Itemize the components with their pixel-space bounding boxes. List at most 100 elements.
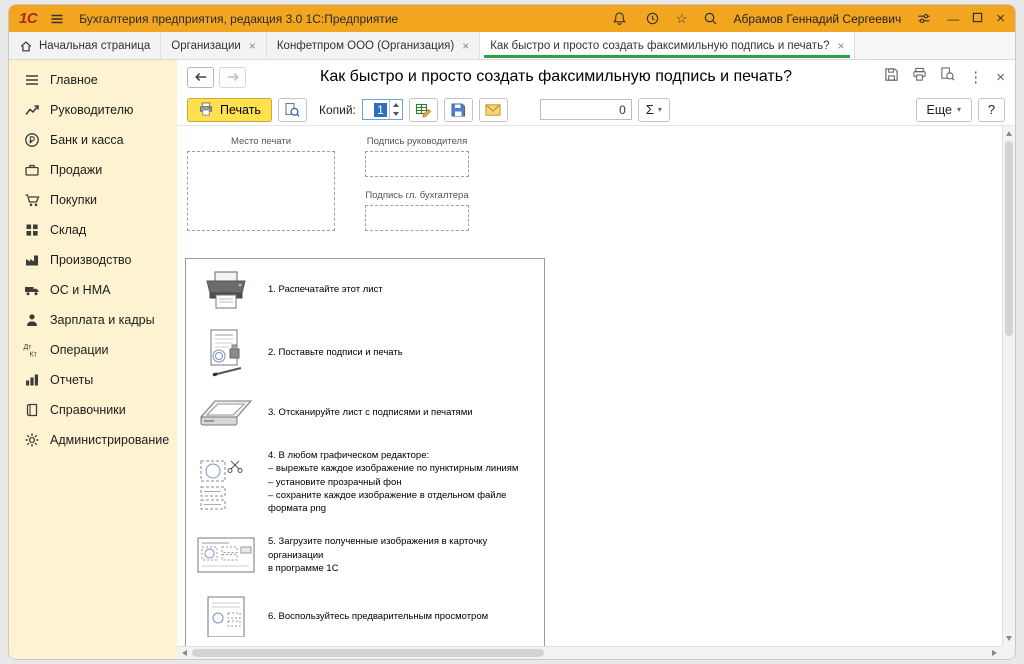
vertical-scroll-thumb[interactable] (1005, 141, 1013, 336)
instruction-step: 3. Отсканируйте лист с подписями и печат… (194, 397, 536, 429)
send-email-button[interactable] (479, 98, 508, 122)
copies-stepper[interactable] (389, 100, 402, 119)
help-button[interactable]: ? (978, 98, 1005, 122)
cart-icon (23, 192, 40, 208)
sidebar-item-label: Склад (50, 223, 86, 237)
autosum-button[interactable]: Σ ▾ (638, 98, 670, 122)
forward-button[interactable] (219, 67, 246, 88)
preview-illustration-icon (194, 595, 258, 637)
close-icon: × (996, 69, 1005, 86)
book-icon (23, 402, 40, 418)
page-title: Как быстро и просто создать факсимильную… (237, 68, 875, 86)
horizontal-scroll-thumb[interactable] (192, 649, 544, 657)
instruction-step: 1. Распечатайте этот лист (194, 271, 536, 309)
close-window-button[interactable]: × (996, 10, 1005, 27)
back-button[interactable] (187, 67, 214, 88)
sidebar-item-reports[interactable]: Отчеты (9, 365, 177, 395)
back-arrow-icon (194, 71, 208, 83)
content-area: Как быстро и просто создать факсимильную… (177, 60, 1015, 659)
signatures-block: Подпись руководителя Подпись гл. бухгалт… (365, 136, 469, 231)
preview-button[interactable] (278, 98, 307, 122)
home-icon (19, 39, 33, 53)
maximize-button[interactable] (972, 12, 983, 26)
coin-icon (23, 132, 40, 148)
step-up-icon (393, 103, 399, 107)
sidebar-item-label: Операции (50, 343, 108, 357)
sidebar-item-label: Администрирование (50, 433, 169, 447)
tab-label: Организации (171, 40, 241, 52)
stamp-area-label: Место печати (187, 136, 335, 147)
sidebar-item-label: Производство (50, 253, 132, 267)
sidebar-item-label: Зарплата и кадры (50, 313, 155, 327)
sidebar-item-manager[interactable]: Руководителю (9, 95, 177, 125)
print-header-button[interactable] (912, 67, 927, 87)
sidebar-item-operations[interactable]: ДтКт Операции (9, 335, 177, 365)
vertical-scrollbar[interactable] (1002, 126, 1015, 646)
sidebar-item-label: Продажи (50, 163, 102, 177)
sidebar-item-references[interactable]: Справочники (9, 395, 177, 425)
sidebar-item-warehouse[interactable]: Склад (9, 215, 177, 245)
tab-organizations[interactable]: Организации × (161, 32, 267, 59)
sidebar-item-administration[interactable]: Администрирование (9, 425, 177, 455)
save-file-button[interactable] (444, 98, 473, 122)
copies-input[interactable]: 1 (362, 99, 403, 120)
print-settings-button[interactable] (409, 98, 438, 122)
step-text: 4. В любом графическом редакторе: – выре… (268, 449, 518, 515)
window-titlebar: 1С Бухгалтерия предприятия, редакция 3.0… (9, 5, 1015, 32)
tab-close-icon[interactable]: × (837, 39, 844, 53)
instruction-step: 5. Загрузите полученные изображения в ка… (194, 535, 536, 575)
close-page-button[interactable]: × (996, 70, 1005, 85)
table-pencil-icon (415, 102, 431, 118)
tab-konfetprom-organization[interactable]: Конфетпром ООО (Организация) × (267, 32, 480, 59)
1c-logo: 1С (19, 10, 37, 27)
sidebar-item-payroll-hr[interactable]: Зарплата и кадры (9, 305, 177, 335)
tab-label: Начальная страница (39, 40, 150, 52)
sidebar-item-production[interactable]: Производство (9, 245, 177, 275)
instruction-sheet: 1. Распечатайте этот лист 2. Поставьте п… (185, 258, 545, 646)
tab-bar: Начальная страница Организации × Конфетп… (9, 32, 1015, 60)
sidebar-item-fixed-assets[interactable]: ОС и НМА (9, 275, 177, 305)
hamburger-icon (49, 11, 65, 27)
minimize-button[interactable]: — (947, 12, 959, 26)
scroll-left-icon (182, 650, 187, 656)
horizontal-scrollbar[interactable] (177, 646, 1002, 659)
print-button[interactable]: Печать (187, 98, 272, 122)
factory-icon (23, 252, 40, 268)
history-button[interactable] (643, 9, 663, 29)
scanner-illustration-icon (194, 397, 258, 429)
more-button[interactable]: Еще ▾ (916, 98, 972, 122)
tab-close-icon[interactable]: × (462, 39, 469, 53)
step-text: 6. Воспользуйтесь предварительным просмо… (268, 610, 488, 623)
favorites-button[interactable]: ☆ (676, 12, 688, 25)
search-button[interactable] (701, 9, 721, 29)
doc-magnifier-icon (940, 67, 955, 82)
more-actions-button[interactable]: ⋮ (968, 70, 983, 85)
preview-header-button[interactable] (940, 67, 955, 87)
tab-home[interactable]: Начальная страница (9, 32, 161, 59)
menu-lines-icon (23, 72, 40, 88)
accountant-sign-placeholder-box (365, 205, 469, 231)
sum-value-field[interactable]: 0 (540, 99, 632, 120)
sidebar-item-bank-cash[interactable]: Банк и касса (9, 125, 177, 155)
sidebar-item-label: Банк и касса (50, 133, 124, 147)
step-text: 2. Поставьте подписи и печать (268, 346, 403, 359)
tab-facsimile-article[interactable]: Как быстро и просто создать факсимильную… (480, 32, 855, 59)
sidebar-item-purchases[interactable]: Покупки (9, 185, 177, 215)
sidebar-item-label: Главное (50, 73, 98, 87)
organization-card-illustration-icon (194, 537, 258, 573)
copies-value: 1 (374, 103, 387, 117)
scroll-down-icon (1006, 636, 1012, 641)
main-menu-button[interactable] (47, 9, 67, 29)
settings-button[interactable] (914, 9, 934, 29)
notifications-button[interactable] (610, 9, 630, 29)
sidebar-item-sales[interactable]: Продажи (9, 155, 177, 185)
sidebar-item-label: ОС и НМА (50, 283, 110, 297)
current-user[interactable]: Абрамов Геннадий Сергеевич (734, 12, 902, 26)
sidebar-item-main[interactable]: Главное (9, 65, 177, 95)
print-button-label: Печать (220, 103, 261, 117)
sum-value: 0 (619, 103, 626, 117)
instruction-step: 4. В любом графическом редакторе: – выре… (194, 449, 536, 515)
tune-icon (916, 11, 932, 26)
tab-close-icon[interactable]: × (249, 39, 256, 53)
save-settings-button[interactable] (884, 67, 899, 87)
